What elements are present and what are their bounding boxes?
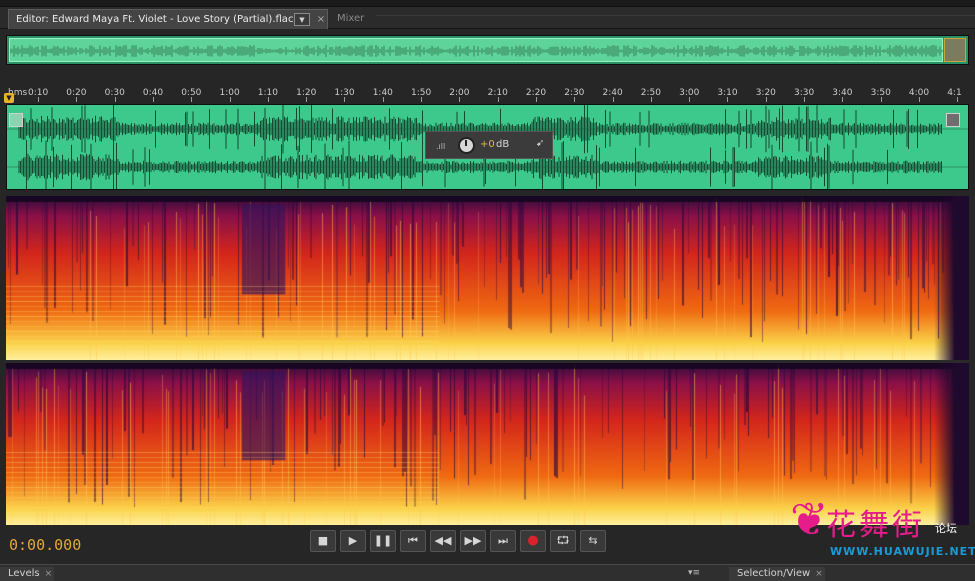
ruler-tick-mark (574, 97, 576, 102)
ruler-tick-mark (152, 97, 154, 102)
close-icon[interactable]: × (45, 569, 53, 579)
pause-button[interactable]: ❚❚ (370, 530, 396, 552)
ruler-tick-mark (497, 97, 499, 102)
ruler-tick-mark (957, 97, 959, 102)
ruler-tick-mark (459, 97, 461, 102)
ruler-tick-mark (727, 97, 729, 102)
ruler-tick-mark (38, 97, 39, 102)
ruler-tick-mark (344, 97, 346, 102)
ruler-tick-mark (804, 97, 805, 102)
tab-editor[interactable]: Editor: Edward Maya Ft. Violet - Love St… (8, 9, 328, 29)
pin-icon[interactable]: ➹ (536, 138, 544, 149)
time-ruler[interactable]: hms 0:10 0:20 0:30 0:40 0:50 1:00 1:10 1:20 1:30… (4, 83, 969, 103)
level-meter-icon: .ıll (436, 142, 446, 151)
ruler-tick-mark (689, 97, 691, 102)
ruler-tick-mark (382, 97, 384, 102)
timecode-display[interactable]: 0:00.000 (9, 536, 81, 554)
volume-hud[interactable]: .ıll +0 dB ➹ (425, 131, 553, 159)
rewind-button[interactable]: ◀◀ (430, 530, 456, 552)
ruler-tick-mark (191, 97, 193, 102)
close-icon[interactable]: × (315, 10, 327, 29)
file-dropdown-button[interactable]: ▼ (294, 13, 310, 26)
ruler-tick-mark (421, 97, 422, 102)
tab-levels[interactable]: Levels × (0, 567, 54, 581)
ruler-tick-mark (114, 97, 116, 102)
tab-levels-label: Levels (8, 568, 40, 579)
spectral-display-left[interactable] (6, 196, 969, 360)
ruler-tick-mark (306, 97, 308, 102)
bottom-panel-bar: Levels × ▾≡ Selection/View × (0, 564, 975, 581)
editor-tab-bar: Editor: Edward Maya Ft. Violet - Love St… (0, 7, 975, 29)
tab-editor-label: Editor: Edward Maya Ft. Violet - Love St… (16, 14, 294, 25)
top-panel-strip (0, 0, 975, 7)
overview-visible-range[interactable] (9, 38, 943, 62)
volume-unit: dB (496, 139, 510, 150)
record-button[interactable]: ● (520, 530, 546, 552)
move-to-end-button[interactable]: ⏭ (490, 530, 516, 552)
ruler-tick-mark (918, 97, 920, 102)
tab-mixer[interactable]: Mixer (330, 9, 374, 29)
panel-menu-icon[interactable]: ▾≡ (688, 568, 700, 578)
watermark-subtitle: 论坛 (935, 522, 957, 535)
spectrogram-left (6, 196, 969, 360)
volume-value: +0 (480, 139, 495, 150)
ruler-tick-mark (267, 97, 269, 102)
waveform-display[interactable]: .ıll +0 dB ➹ (6, 104, 969, 190)
fast-forward-button[interactable]: ▶▶ (460, 530, 486, 552)
watermark-title: 花舞街 (826, 508, 925, 543)
tab-mixer-label: Mixer (337, 13, 365, 24)
dancer-icon: ❦ (790, 492, 829, 546)
watermark-logo: ❦ 花舞街 论坛 WWW.HUAWUJIE.NET (790, 492, 975, 562)
overview-waveform[interactable] (6, 35, 969, 65)
fade-in-handle[interactable] (9, 113, 23, 127)
play-button[interactable]: ▶ (340, 530, 366, 552)
ruler-tick-mark (650, 97, 652, 102)
ruler-tick-mark (612, 97, 614, 102)
ruler-tick-mark (76, 97, 78, 102)
ruler-tick-mark (229, 97, 231, 102)
playhead-icon[interactable]: ▼ (4, 93, 14, 103)
tab-selection-view-label: Selection/View (737, 568, 811, 579)
volume-knob[interactable] (458, 137, 475, 154)
ruler-tick-mark (880, 97, 882, 102)
loop-playback-button[interactable]: ⮔ (550, 530, 576, 552)
ruler-tick-mark (765, 97, 767, 102)
move-to-start-button[interactable]: ⏮ (400, 530, 426, 552)
overview-trace (9, 45, 943, 57)
ruler-tick-mark (535, 97, 537, 102)
ruler-tick-mark (842, 97, 844, 102)
tab-selection-view[interactable]: Selection/View × (729, 567, 825, 581)
fade-out-handle[interactable] (946, 113, 960, 127)
watermark-url: WWW.HUAWUJIE.NET (830, 545, 975, 558)
skip-selection-button[interactable]: ⇆ (580, 530, 606, 552)
close-icon[interactable]: × (815, 569, 823, 579)
ruler-tick-label: 4:1 (947, 88, 962, 98)
overview-range-handle[interactable] (944, 38, 966, 62)
stop-button[interactable]: ■ (310, 530, 336, 552)
tab-bar-divider (376, 15, 975, 16)
